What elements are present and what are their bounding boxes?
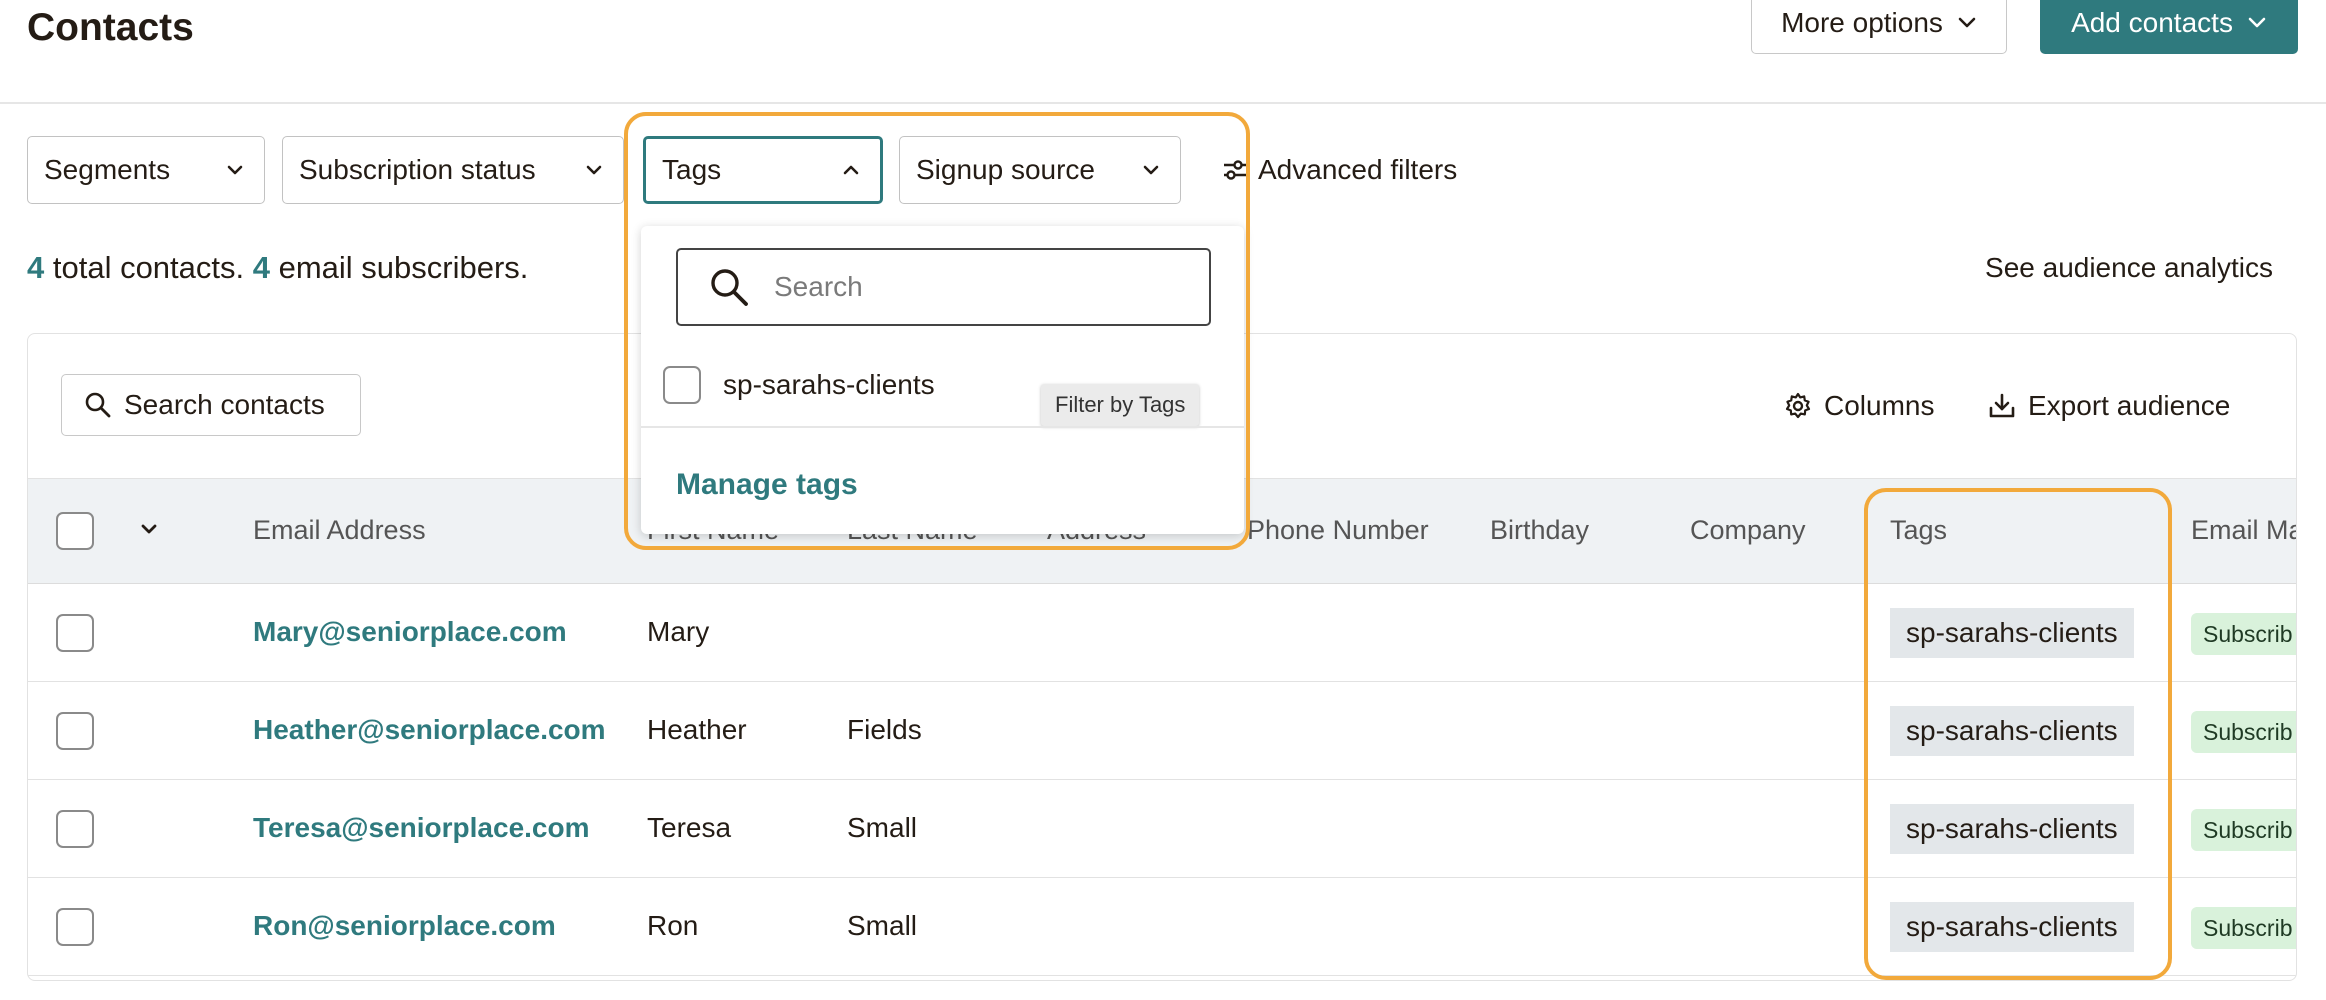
tag-badge: sp-sarahs-clients [1890,706,2134,756]
contact-email-link[interactable]: Heather@seniorplace.com [253,714,606,746]
manage-tags-link[interactable]: Manage tags [676,468,858,502]
column-header-birthday[interactable]: Birthday [1490,515,1589,546]
row-checkbox[interactable] [56,810,94,848]
chevron-down-icon [2248,17,2266,28]
advanced-filters-label: Advanced filters [1258,154,1458,185]
row-checkbox[interactable] [56,712,94,750]
tags-filter-label: Tags [662,154,722,185]
search-icon [711,269,748,306]
table-row: Ron@seniorplace.com Ron Small sp-sarahs-… [28,878,2296,976]
chevron-down-icon [1958,17,1976,28]
first-name-cell: Teresa [647,812,732,843]
search-contacts-button[interactable]: Search contacts [61,374,361,436]
signup-source-filter[interactable]: Signup source [899,136,1181,204]
tags-search-field[interactable] [676,248,1211,326]
columns-button[interactable]: Columns [1784,388,1934,424]
advanced-filters-button[interactable]: Advanced filters [1222,150,1457,190]
header-divider [0,102,2326,104]
last-name-cell: Small [847,812,918,843]
download-icon [1989,393,2015,418]
columns-label: Columns [1824,390,1935,421]
more-options-label: More options [1781,7,1943,38]
status-badge: Subscrib [2191,809,2296,851]
add-contacts-button[interactable]: Add contacts [2040,0,2298,54]
tags-dropdown-panel: sp-sarahs-clients Filter by Tags Manage … [641,226,1244,534]
first-name-cell: Ron [647,910,699,941]
select-all-checkbox[interactable] [56,512,94,550]
search-contacts-label: Search contacts [124,389,325,420]
column-header-company[interactable]: Company [1690,515,1806,546]
chevron-down-icon [1143,165,1159,175]
column-header-tags[interactable]: Tags [1890,515,1947,546]
total-contacts-count: 4 [27,250,45,285]
segments-filter-label: Segments [44,154,171,185]
tag-badge: sp-sarahs-clients [1890,608,2134,658]
segments-filter[interactable]: Segments [27,136,265,204]
status-badge: Subscrib [2191,613,2296,655]
more-options-button[interactable]: More options [1751,0,2007,54]
tags-filter[interactable]: Tags [643,136,883,204]
column-header-email[interactable]: Email Address [253,515,426,546]
export-audience-button[interactable]: Export audience [1988,388,2230,424]
total-contacts-text: total contacts. [44,250,253,285]
add-contacts-label: Add contacts [2071,7,2233,38]
tag-badge: sp-sarahs-clients [1890,902,2134,952]
first-name-cell: Heather [647,714,747,745]
dropdown-divider [641,426,1244,428]
last-name-cell: Small [847,910,918,941]
filter-tooltip: Filter by Tags [1041,384,1200,426]
table-row: Teresa@seniorplace.com Teresa Small sp-s… [28,780,2296,878]
chevron-down-icon[interactable] [140,523,158,535]
table-row: Heather@seniorplace.com Heather Fields s… [28,682,2296,780]
email-subscribers-text: email subscribers. [270,250,529,285]
first-name-cell: Mary [647,616,710,647]
status-badge: Subscrib [2191,907,2296,949]
page-title: Contacts [27,6,194,49]
row-checkbox[interactable] [56,614,94,652]
contact-email-link[interactable]: Teresa@seniorplace.com [253,812,590,844]
column-header-phone[interactable]: Phone Number [1247,515,1429,546]
audience-analytics-link[interactable]: See audience analytics [1985,252,2273,284]
tag-option-sp-sarahs-clients[interactable]: sp-sarahs-clients [663,366,935,404]
chevron-up-icon [843,165,859,175]
signup-source-filter-label: Signup source [916,154,1096,185]
chevron-down-icon [227,165,243,175]
last-name-cell: Fields [847,714,922,745]
tags-search-input[interactable] [774,271,1154,303]
contact-email-link[interactable]: Ron@seniorplace.com [253,910,556,942]
tag-option-checkbox[interactable] [663,366,701,404]
contacts-summary: 4 total contacts. 4 email subscribers. [27,250,528,286]
search-icon [85,392,111,418]
email-subscribers-count: 4 [252,250,270,285]
contact-email-link[interactable]: Mary@seniorplace.com [253,616,567,648]
sliders-icon [1224,160,1246,180]
subscription-status-filter[interactable]: Subscription status [282,136,624,204]
tag-option-label: sp-sarahs-clients [723,369,935,400]
chevron-down-icon [586,165,602,175]
subscription-status-filter-label: Subscription status [299,154,536,185]
export-audience-label: Export audience [2028,390,2231,421]
gear-icon [1785,392,1811,419]
column-header-email-marketing[interactable]: Email Ma [2191,515,2296,546]
tag-badge: sp-sarahs-clients [1890,804,2134,854]
status-badge: Subscrib [2191,711,2296,753]
row-checkbox[interactable] [56,908,94,946]
table-row: Mary@seniorplace.com Mary sp-sarahs-clie… [28,584,2296,682]
